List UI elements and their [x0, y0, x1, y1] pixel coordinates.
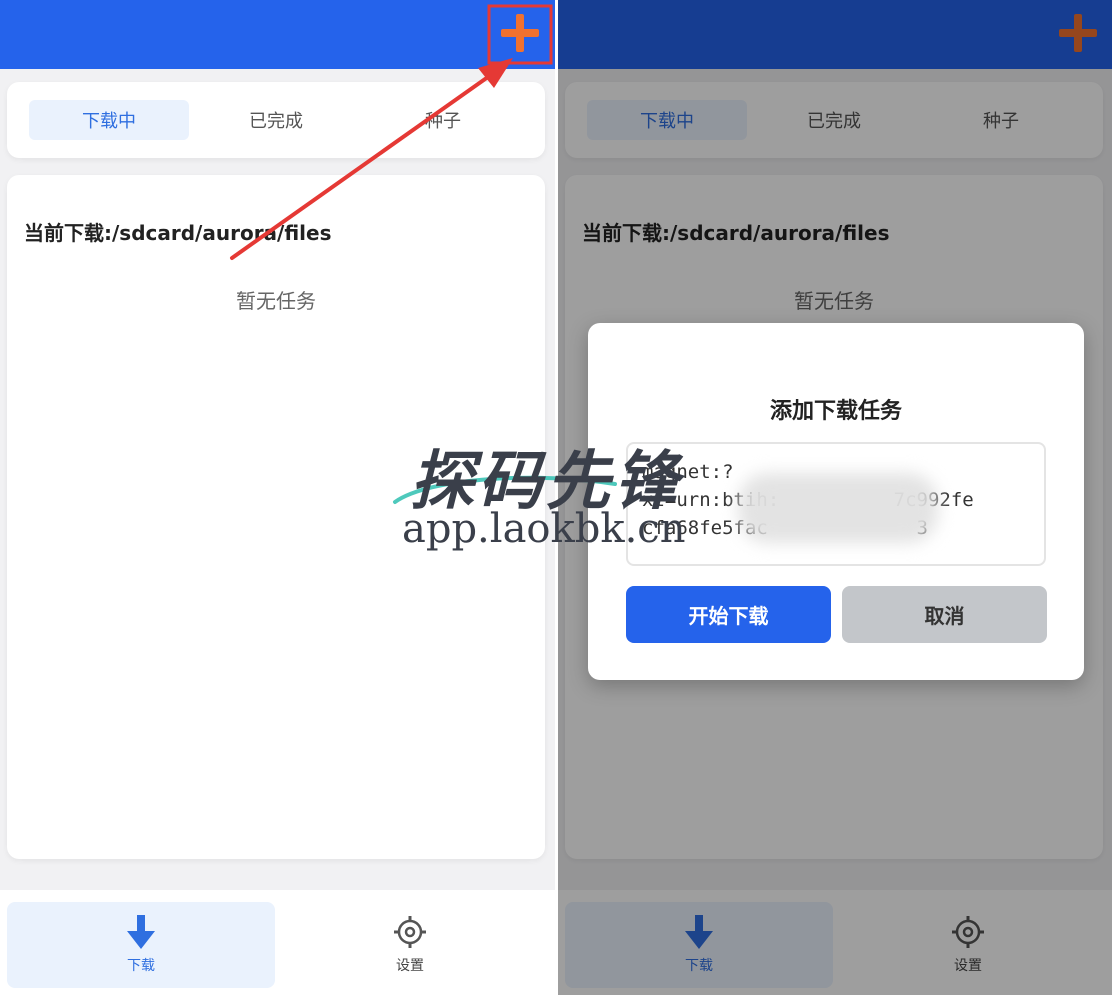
redaction-blur [738, 473, 938, 543]
gear-icon [393, 915, 427, 949]
nav-download[interactable]: 下载 [7, 902, 275, 988]
tab-completed[interactable]: 已完成 [196, 100, 356, 140]
right-screen: 下载中 已完成 种子 当前下载:/sdcard/aurora/files 暂无任… [558, 0, 1112, 995]
empty-state-text: 暂无任务 [236, 289, 316, 313]
start-download-button[interactable]: 开始下载 [626, 586, 831, 643]
task-list-card: 当前下载:/sdcard/aurora/files 暂无任务 [7, 175, 545, 859]
add-task-button[interactable] [495, 8, 545, 58]
nav-settings-label: 设置 [396, 958, 424, 974]
bottom-nav: 下载 设置 [0, 890, 555, 995]
download-arrow-icon [127, 915, 155, 949]
top-bar [0, 0, 555, 69]
screenshot-stage: 下载中 已完成 种子 当前下载:/sdcard/aurora/files 暂无任… [0, 0, 1112, 995]
cancel-button[interactable]: 取消 [842, 586, 1047, 643]
add-task-dialog: 添加下载任务 magnet:? xt=urn:btih: 7c992fe cfa… [588, 323, 1084, 680]
tab-torrent[interactable]: 种子 [363, 100, 523, 140]
tab-downloading[interactable]: 下载中 [29, 100, 189, 140]
nav-download-label: 下载 [127, 958, 155, 974]
tab-bar: 下载中 已完成 种子 [7, 82, 545, 158]
left-screen: 下载中 已完成 种子 当前下载:/sdcard/aurora/files 暂无任… [0, 0, 555, 995]
dialog-title: 添加下载任务 [769, 399, 902, 424]
plus-icon [501, 14, 539, 52]
nav-settings[interactable]: 设置 [276, 902, 544, 988]
download-path-label: 当前下载:/sdcard/aurora/files [24, 221, 332, 245]
